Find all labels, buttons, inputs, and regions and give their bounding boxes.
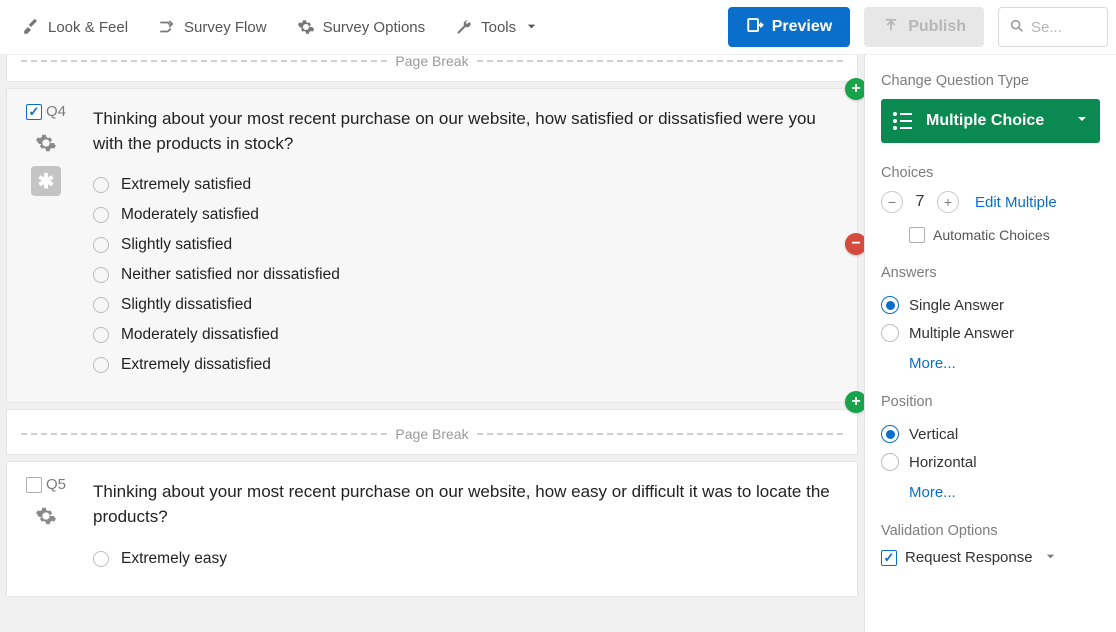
choice-row[interactable]: Slightly dissatisfied	[93, 290, 837, 320]
choice-row[interactable]: Extremely satisfied	[93, 170, 837, 200]
edit-multiple-link[interactable]: Edit Multiple	[975, 194, 1057, 211]
tools-button[interactable]: Tools	[441, 10, 551, 44]
add-question-above-button[interactable]: +	[845, 78, 864, 100]
look-and-feel-button[interactable]: Look & Feel	[8, 10, 142, 44]
radio-icon	[93, 237, 109, 253]
answers-label: Answers	[881, 265, 1100, 281]
position-more-link[interactable]: More...	[909, 484, 956, 501]
paintbrush-icon	[22, 18, 40, 36]
question-text[interactable]: Thinking about your most recent purchase…	[93, 480, 837, 529]
choice-row[interactable]: Moderately satisfied	[93, 200, 837, 230]
chevron-down-icon	[1045, 549, 1056, 566]
survey-canvas: Page Break + − + Q4 ✱ Thinking about you…	[0, 55, 864, 632]
radio-icon	[881, 425, 899, 443]
question-id-label: Q4	[46, 103, 66, 120]
delete-question-button[interactable]: −	[845, 233, 864, 255]
required-badge[interactable]: ✱	[31, 166, 61, 196]
page-break-top: Page Break	[6, 55, 858, 82]
publish-button[interactable]: Publish	[864, 7, 984, 47]
question-checkbox[interactable]	[26, 104, 42, 120]
automatic-choices-label: Automatic Choices	[933, 227, 1050, 243]
choice-row[interactable]: Moderately dissatisfied	[93, 320, 837, 350]
choices-count: 7	[913, 193, 927, 211]
radio-icon	[881, 453, 899, 471]
question-checkbox[interactable]	[26, 477, 42, 493]
choice-row[interactable]: Extremely dissatisfied	[93, 350, 837, 380]
survey-flow-button[interactable]: Survey Flow	[144, 10, 281, 44]
choice-row[interactable]: Slightly satisfied	[93, 230, 837, 260]
choices-label: Choices	[881, 165, 1100, 181]
radio-icon	[93, 207, 109, 223]
question-side-panel: Change Question Type Multiple Choice Cho…	[864, 55, 1116, 632]
single-answer-option[interactable]: Single Answer	[881, 291, 1100, 319]
tools-label: Tools	[481, 19, 516, 36]
publish-label: Publish	[908, 18, 966, 36]
validation-label: Validation Options	[881, 523, 1100, 539]
radio-icon	[93, 551, 109, 567]
position-horizontal-option[interactable]: Horizontal	[881, 448, 1100, 476]
question-content: Thinking about your most recent purchase…	[85, 462, 857, 595]
gear-icon	[297, 18, 315, 36]
radio-icon	[93, 297, 109, 313]
radio-icon	[93, 267, 109, 283]
radio-icon	[93, 327, 109, 343]
page-break[interactable]: Page Break	[6, 409, 858, 455]
change-type-label: Change Question Type	[881, 73, 1100, 89]
question-type-select[interactable]: Multiple Choice	[881, 99, 1100, 143]
preview-icon	[746, 16, 764, 39]
flow-icon	[158, 18, 176, 36]
look-and-feel-label: Look & Feel	[48, 19, 128, 36]
top-toolbar: Look & Feel Survey Flow Survey Options T…	[0, 0, 1116, 55]
page-break-label: Page Break	[387, 426, 476, 442]
chevron-down-icon	[526, 19, 537, 36]
question-text[interactable]: Thinking about your most recent purchase…	[93, 107, 837, 156]
survey-flow-label: Survey Flow	[184, 19, 267, 36]
choices-stepper: − 7 +	[881, 191, 959, 213]
wrench-icon	[455, 18, 473, 36]
question-block-q4[interactable]: + − + Q4 ✱ Thinking about your most rece…	[6, 88, 858, 403]
choice-row[interactable]: Neither satisfied nor dissatisfied	[93, 260, 837, 290]
preview-button[interactable]: Preview	[728, 7, 850, 47]
request-response-checkbox[interactable]	[881, 550, 897, 566]
survey-options-button[interactable]: Survey Options	[283, 10, 440, 44]
upload-icon	[882, 16, 900, 39]
multiple-choice-icon	[893, 112, 912, 130]
question-select-row[interactable]: Q4	[26, 103, 66, 120]
question-block-q5[interactable]: Q5 Thinking about your most recent purch…	[6, 461, 858, 596]
position-label: Position	[881, 394, 1100, 410]
page-break-label: Page Break	[387, 55, 476, 69]
question-settings-button[interactable]	[35, 505, 57, 527]
toolbar-left: Look & Feel Survey Flow Survey Options T…	[8, 10, 551, 44]
question-gutter: Q5	[7, 462, 85, 595]
add-question-below-button[interactable]: +	[845, 391, 864, 413]
position-vertical-option[interactable]: Vertical	[881, 420, 1100, 448]
answers-more-link[interactable]: More...	[909, 355, 956, 372]
request-response-option[interactable]: Request Response	[881, 549, 1100, 566]
search-box[interactable]	[998, 7, 1108, 47]
preview-label: Preview	[772, 18, 832, 36]
question-type-label: Multiple Choice	[926, 112, 1044, 130]
choice-row[interactable]: Extremely easy	[93, 544, 837, 574]
radio-icon	[93, 177, 109, 193]
question-content: Thinking about your most recent purchase…	[85, 89, 857, 402]
multiple-answer-option[interactable]: Multiple Answer	[881, 319, 1100, 347]
question-id-label: Q5	[46, 476, 66, 493]
radio-icon	[93, 357, 109, 373]
survey-options-label: Survey Options	[323, 19, 426, 36]
automatic-choices-checkbox[interactable]	[909, 227, 925, 243]
search-input[interactable]	[1031, 19, 1091, 36]
chevron-down-icon	[1076, 112, 1088, 130]
search-icon	[1009, 18, 1025, 37]
question-gutter: Q4 ✱	[7, 89, 85, 402]
choices-decrement-button[interactable]: −	[881, 191, 903, 213]
question-settings-button[interactable]	[35, 132, 57, 154]
radio-icon	[881, 324, 899, 342]
choices-increment-button[interactable]: +	[937, 191, 959, 213]
question-select-row[interactable]: Q5	[26, 476, 66, 493]
radio-icon	[881, 296, 899, 314]
